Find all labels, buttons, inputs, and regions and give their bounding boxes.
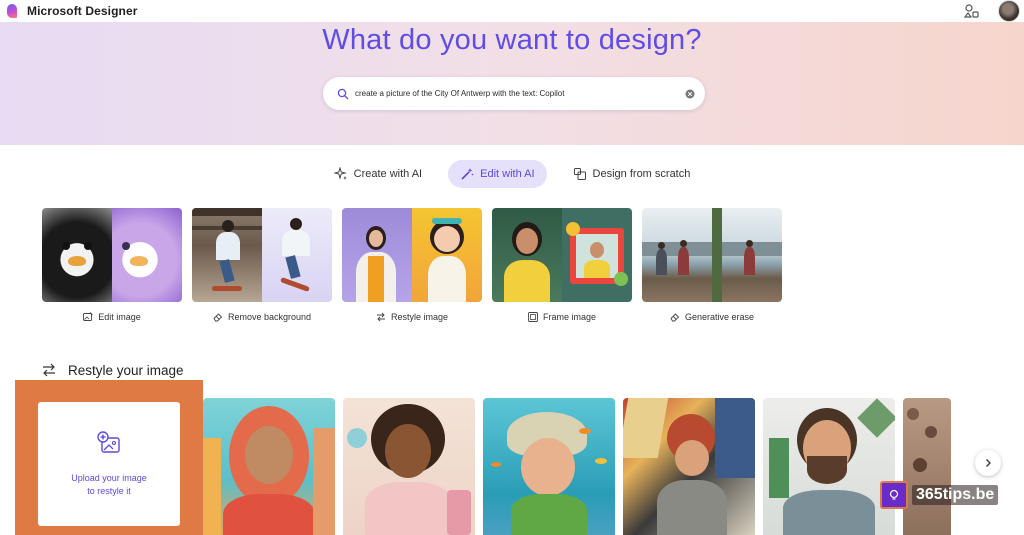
feature-label-row: Generative erase [642, 310, 782, 324]
feature-label: Generative erase [684, 312, 755, 322]
frame-icon [528, 312, 538, 322]
feature-thumbnail [642, 208, 782, 302]
hero-title: What do you want to design? [322, 24, 702, 56]
image-edit-icon [83, 312, 94, 321]
search-icon [337, 88, 349, 99]
watermark-text: 365tips.be [912, 485, 999, 505]
feature-label: Edit image [98, 312, 141, 322]
feature-remove-background[interactable]: Remove background [192, 208, 332, 324]
watermark: 365tips.be [880, 476, 1008, 514]
carousel-next-button[interactable] [975, 450, 1001, 476]
upload-image-button[interactable]: Upload your image to restyle it [38, 402, 180, 526]
feature-label: Restyle image [390, 312, 449, 322]
feature-label-row: Remove background [192, 310, 332, 324]
shapes-icon [573, 168, 586, 180]
hero-banner: What do you want to design? create a pic… [0, 22, 1024, 145]
tab-label: Design from scratch [592, 168, 691, 180]
designer-logo-icon [7, 4, 21, 18]
eraser-icon [213, 313, 223, 322]
tab-create-with-ai[interactable]: Create with AI [322, 160, 434, 188]
feature-label-row: Restyle image [342, 310, 482, 324]
style-card-underwater-cartoon[interactable] [483, 398, 615, 535]
feature-restyle-image[interactable]: Restyle image [342, 208, 482, 324]
feature-label: Remove background [227, 312, 312, 322]
mode-tabs: Create with AI Edit with AI Design from … [0, 160, 1024, 190]
swap-icon [43, 363, 55, 377]
eraser-icon [670, 313, 680, 322]
tab-design-from-scratch[interactable]: Design from scratch [561, 160, 703, 188]
upload-line-2: to restyle it [87, 486, 131, 496]
swap-icon [376, 312, 385, 322]
tab-label: Create with AI [353, 168, 423, 180]
style-card-pixel-art[interactable] [763, 398, 895, 535]
prompt-search-box[interactable]: create a picture of the City Of Antwerp … [323, 77, 705, 110]
image-add-icon [97, 431, 120, 453]
upload-highlight: Upload your image to restyle it [15, 380, 203, 535]
feature-generative-erase[interactable]: Generative erase [642, 208, 782, 324]
restyle-style-cards [203, 398, 951, 535]
feature-label: Frame image [542, 312, 596, 322]
feature-edit-image[interactable]: Edit image [42, 208, 182, 324]
feature-thumbnail [42, 208, 182, 302]
search-input[interactable]: create a picture of the City Of Antwerp … [355, 89, 685, 98]
style-card-cubist[interactable] [623, 398, 755, 535]
tab-label: Edit with AI [480, 168, 535, 180]
tab-edit-with-ai[interactable]: Edit with AI [448, 160, 547, 188]
lightbulb-icon [880, 481, 908, 509]
apps-icon[interactable] [964, 3, 980, 19]
feature-frame-image[interactable]: Frame image [492, 208, 632, 324]
sparkle-icon [333, 167, 347, 180]
feature-thumbnail [492, 208, 632, 302]
chevron-right-icon [986, 459, 991, 467]
upload-line-1: Upload your image [71, 473, 147, 483]
magic-wand-icon [461, 168, 474, 180]
feature-label-row: Frame image [492, 310, 632, 324]
feature-thumbnail [342, 208, 482, 302]
feature-label-row: Edit image [42, 310, 182, 324]
restyle-section-header: Restyle your image [42, 360, 184, 380]
top-bar: Microsoft Designer [0, 0, 1024, 22]
designer-page: Microsoft Designer What do you want to d… [0, 0, 1024, 535]
section-title: Restyle your image [68, 362, 184, 378]
edit-features: Edit image Remove background Restyle ima… [42, 208, 782, 324]
avatar[interactable] [998, 0, 1020, 22]
style-card-3d-cartoon[interactable] [343, 398, 475, 535]
style-card-paper-art[interactable] [203, 398, 335, 535]
app-title: Microsoft Designer [27, 4, 138, 18]
brand[interactable]: Microsoft Designer [7, 4, 138, 18]
clear-icon[interactable] [685, 89, 695, 99]
upload-text: Upload your image to restyle it [59, 472, 159, 498]
top-right-icons [964, 0, 1020, 22]
feature-thumbnail [192, 208, 332, 302]
style-card-partial[interactable] [903, 398, 951, 535]
